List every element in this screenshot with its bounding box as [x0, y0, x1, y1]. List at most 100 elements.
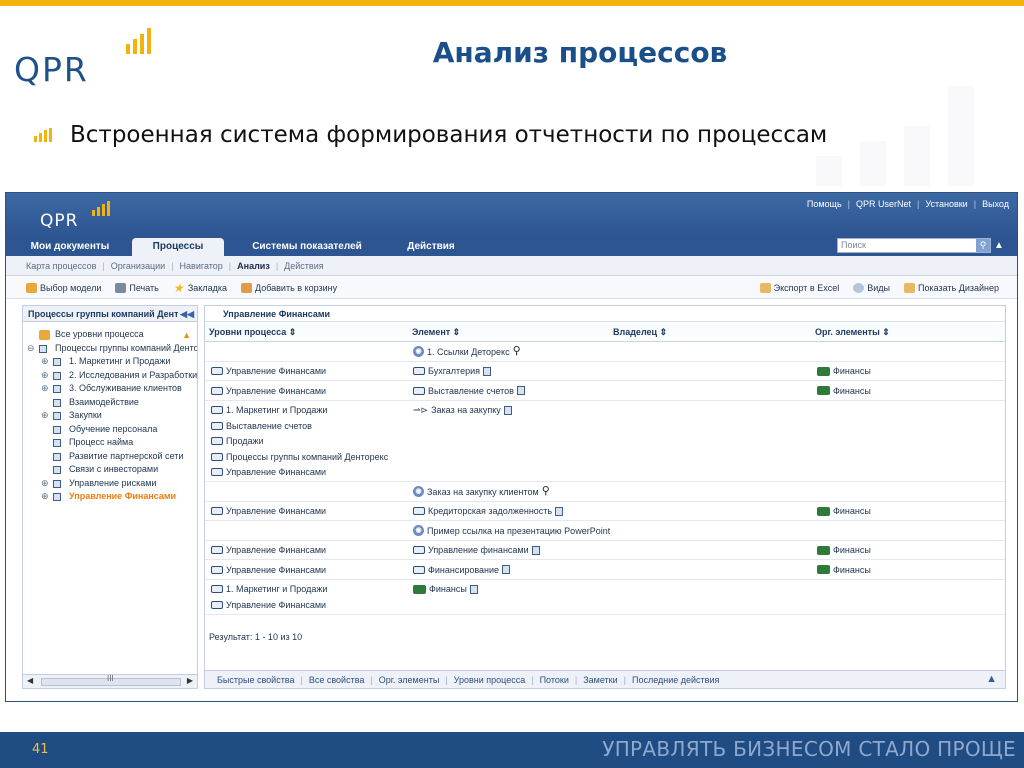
properties-tab[interactable]: Уровни процесса	[454, 675, 526, 685]
org-element-link[interactable]: Финансы	[817, 364, 871, 380]
org-element-link[interactable]: Финансы	[817, 562, 871, 578]
tree-expander-icon[interactable]: ⊕	[41, 490, 49, 504]
process-level-link[interactable]: Продажи	[211, 434, 388, 450]
process-level-link[interactable]: Управление Финансами	[211, 543, 326, 559]
element-link[interactable]: ◉ Заказ на закупку клиентом ⚲	[413, 484, 550, 500]
element-link[interactable]: Финансирование	[413, 562, 511, 578]
select-model-button[interactable]: Выбор модели	[26, 282, 101, 293]
add-to-basket-button[interactable]: Добавить в корзину	[241, 282, 337, 293]
collapse-header-icon[interactable]: ▲	[994, 239, 1006, 252]
tree-item[interactable]: ⊕ Управление Финансами	[23, 490, 197, 504]
properties-tab[interactable]: Потоки	[540, 675, 569, 685]
table-row[interactable]: Управление Финансами Выставление счетов Фи…	[205, 381, 1005, 401]
process-level-link[interactable]: Управление Финансами	[211, 364, 326, 380]
element-link[interactable]: ◉ 1. Ссылки Деторекс ⚲	[413, 344, 521, 360]
tree-item[interactable]: ⊕ 3. Обслуживание клиентов	[23, 382, 197, 396]
process-level-link[interactable]: Управление Финансами	[211, 383, 326, 399]
process-level-link[interactable]: Управление Финансами	[211, 562, 326, 578]
element-link[interactable]: Кредиторская задолженность	[413, 504, 564, 520]
views-button[interactable]: Виды	[853, 283, 890, 293]
tree-item[interactable]: Взаимодействие	[23, 396, 197, 410]
table-row[interactable]: Управление Финансами Управление финансами…	[205, 541, 1005, 560]
subnav-analysis[interactable]: Анализ	[237, 261, 270, 271]
subnav-actions[interactable]: Действия	[284, 261, 323, 271]
hierarchy-icon[interactable]	[555, 506, 564, 516]
scroll-left-icon[interactable]: ◀	[27, 676, 33, 685]
tab-scorecards[interactable]: Системы показателей	[232, 238, 382, 256]
tree-expander-icon[interactable]: ⊕	[41, 355, 49, 369]
process-level-link[interactable]: Управление Финансами	[211, 597, 327, 613]
properties-tab[interactable]: Все свойства	[309, 675, 365, 685]
col-owner[interactable]: Владелец ⇕	[613, 327, 667, 338]
tree-item[interactable]: ⊖ Процессы группы компаний Денторекс	[23, 342, 197, 356]
org-element-link[interactable]: Финансы	[817, 383, 871, 399]
tree-item[interactable]: ⊕ Управление рисками	[23, 477, 197, 491]
bookmark-button[interactable]: ★ Закладка	[173, 282, 227, 294]
table-row[interactable]: 1. Маркетинг и Продажи Управление Финанса…	[205, 580, 1005, 615]
process-level-link[interactable]: Управление Финансами	[211, 465, 388, 481]
element-link[interactable]: Выставление счетов	[413, 383, 525, 399]
tree-item[interactable]: Развитие партнерской сети	[23, 450, 197, 464]
subnav-organizations[interactable]: Организации	[111, 261, 165, 271]
element-link[interactable]: Финансы	[413, 582, 478, 598]
process-level-link[interactable]: 1. Маркетинг и Продажи	[211, 403, 388, 419]
show-designer-button[interactable]: Показать Дизайнер	[903, 283, 999, 293]
expand-properties-icon[interactable]: ▲	[986, 673, 997, 685]
search-input[interactable]: Поиск	[841, 240, 866, 250]
table-row[interactable]: Управление Финансами Финансирование Финанс…	[205, 560, 1005, 580]
tab-my-documents[interactable]: Мои документы	[10, 238, 130, 256]
table-row[interactable]: 1. Маркетинг и Продажи Выставление счетов…	[205, 401, 1005, 482]
hierarchy-icon[interactable]	[469, 584, 478, 594]
table-row[interactable]: Управление Финансами Бухгалтерия Финансы	[205, 362, 1005, 381]
col-process-levels[interactable]: Уровни процесса ⇕	[209, 327, 296, 338]
properties-tab[interactable]: Заметки	[583, 675, 617, 685]
hierarchy-icon[interactable]	[531, 545, 540, 555]
tree-expander-icon[interactable]: ⊕	[41, 382, 49, 396]
search-box[interactable]: Поиск ⚲ ▲	[837, 238, 1004, 253]
tree-item[interactable]: ⊕ 1. Маркетинг и Продажи	[23, 355, 197, 369]
horizontal-scrollbar[interactable]: ◀ III ▶	[23, 674, 197, 688]
element-link[interactable]: Управление финансами	[413, 543, 540, 559]
subnav-process-map[interactable]: Карта процессов	[26, 261, 96, 271]
hierarchy-icon[interactable]	[482, 366, 491, 376]
properties-tab[interactable]: Быстрые свойства	[217, 675, 295, 685]
export-excel-button[interactable]: Экспорт в Excel	[759, 283, 839, 293]
link-settings[interactable]: Установки	[925, 199, 967, 209]
collapse-panel-icon[interactable]: ◀◀	[180, 306, 194, 322]
print-button[interactable]: Печать	[115, 282, 159, 293]
element-link[interactable]: ◉ Пример ссылка на презентацию PowerPoint	[413, 523, 610, 539]
link-usernet[interactable]: QPR UserNet	[856, 199, 911, 209]
tree-expander-icon[interactable]: ⊕	[41, 477, 49, 491]
tree-item[interactable]: Процесс найма	[23, 436, 197, 450]
tab-actions[interactable]: Действия	[386, 238, 476, 256]
scroll-right-icon[interactable]: ▶	[187, 676, 193, 685]
element-link[interactable]: ⇀⊳ Заказ на закупку	[413, 403, 512, 419]
table-row[interactable]: ◉ 1. Ссылки Деторекс ⚲	[205, 342, 1005, 362]
search-icon[interactable]: ⚲	[976, 239, 990, 252]
magnifier-icon[interactable]: ⚲	[513, 346, 521, 357]
tree-item[interactable]: Связи с инвесторами	[23, 463, 197, 477]
tree-item[interactable]: ⊕ Закупки	[23, 409, 197, 423]
hierarchy-icon[interactable]	[503, 405, 512, 415]
tree-item[interactable]: Обучение персонала	[23, 423, 197, 437]
process-level-link[interactable]: Выставление счетов	[211, 418, 388, 434]
link-help[interactable]: Помощь	[807, 199, 842, 209]
org-element-link[interactable]: Финансы	[817, 543, 871, 559]
table-row[interactable]: Управление Финансами Кредиторская задолже…	[205, 502, 1005, 521]
properties-tab[interactable]: Последние действия	[632, 675, 719, 685]
tree-expander-icon[interactable]: ⊕	[41, 409, 49, 423]
process-level-link[interactable]: Процессы группы компаний Денторекс	[211, 449, 388, 465]
table-row[interactable]: ◉ Пример ссылка на презентацию PowerPoint	[205, 521, 1005, 541]
tab-processes[interactable]: Процессы	[132, 238, 224, 256]
org-element-link[interactable]: Финансы	[817, 504, 871, 520]
tree-expander-icon[interactable]: ⊕	[41, 369, 49, 383]
tree-item[interactable]: ⊕ 2. Исследования и Разработки	[23, 369, 197, 383]
link-logout[interactable]: Выход	[982, 199, 1009, 209]
col-org-elements[interactable]: Орг. элементы ⇕	[815, 327, 890, 338]
subnav-navigator[interactable]: Навигатор	[180, 261, 223, 271]
hierarchy-icon[interactable]	[516, 386, 525, 396]
process-level-link[interactable]: Управление Финансами	[211, 504, 326, 520]
properties-tab[interactable]: Орг. элементы	[379, 675, 440, 685]
col-element[interactable]: Элемент ⇕	[412, 327, 460, 338]
hierarchy-icon[interactable]	[502, 565, 511, 575]
